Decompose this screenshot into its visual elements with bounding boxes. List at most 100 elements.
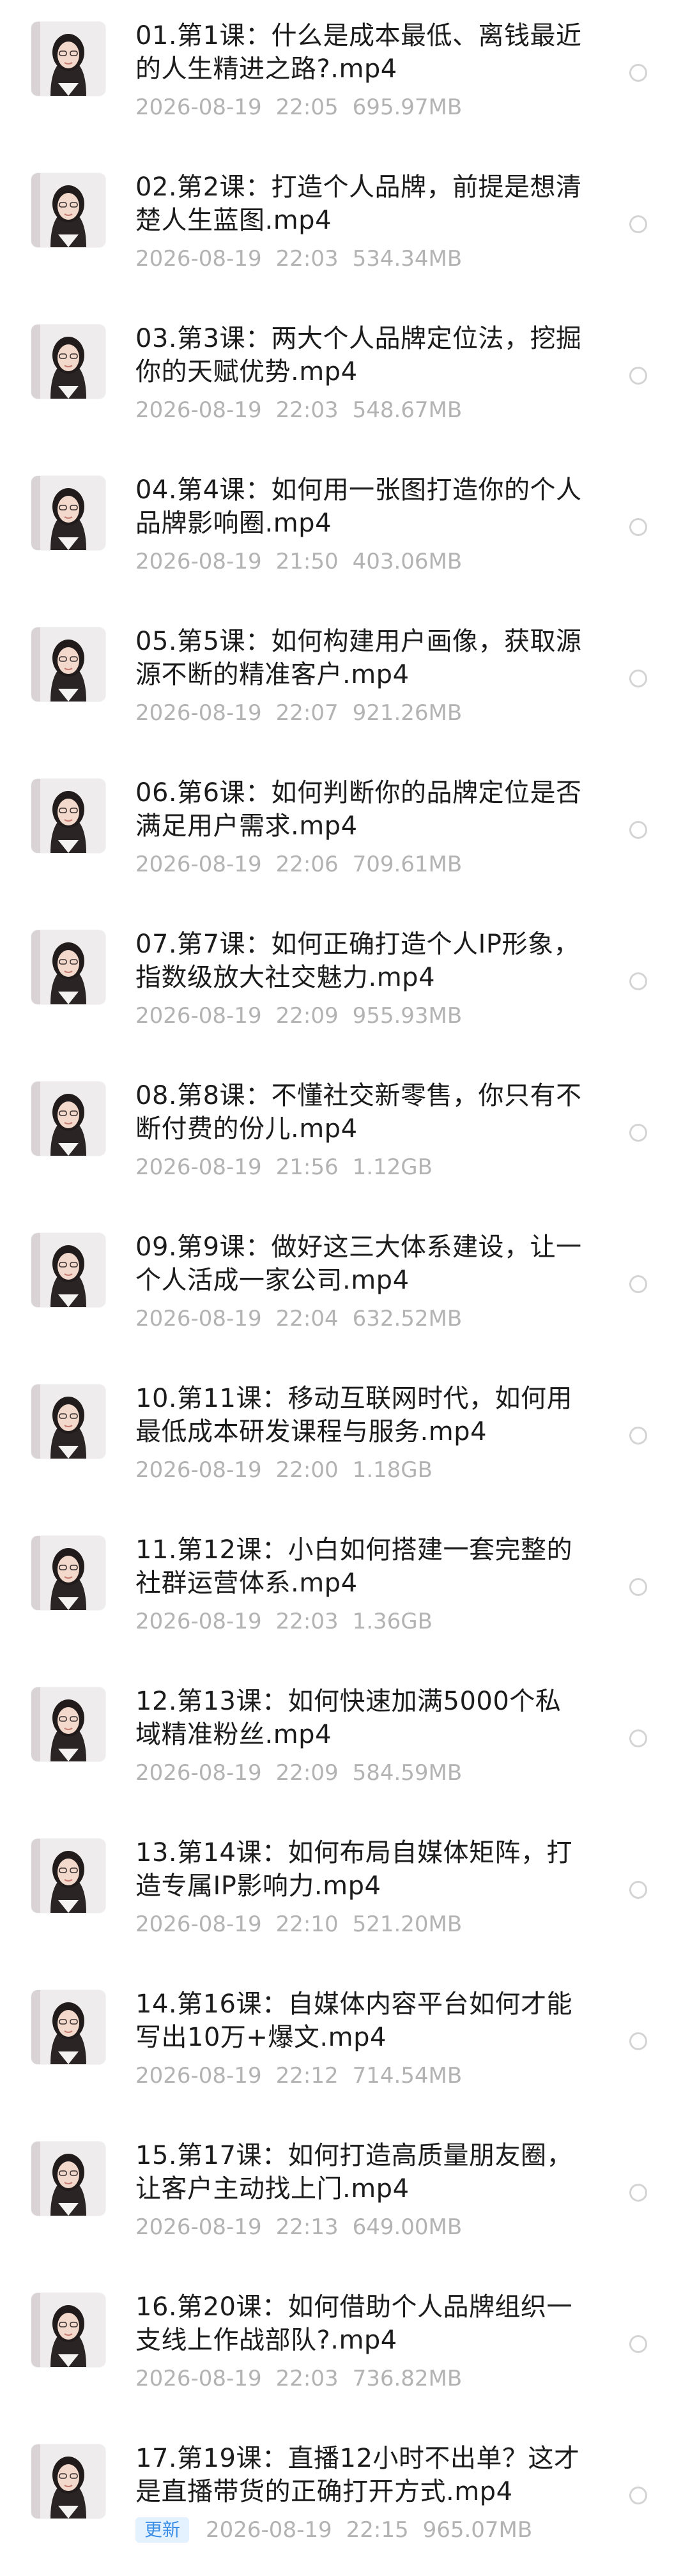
select-radio[interactable] xyxy=(629,2184,647,2202)
video-thumbnail xyxy=(31,2293,105,2367)
select-radio[interactable] xyxy=(629,2487,647,2504)
file-time: 22:04 xyxy=(275,1306,339,1331)
file-row[interactable]: 08.第8课：不懂社交新零售，你只有不断付费的份儿.mp4 2026-08-19 2… xyxy=(0,1060,690,1213)
file-meta: 2026-08-19 22:04 632.52MB xyxy=(135,1306,462,1331)
file-date: 2026-08-19 xyxy=(135,1760,262,1786)
file-row[interactable]: 14.第16课：自媒体内容平台如何才能写出10万+爆文.mp4 2026-08-1… xyxy=(0,1968,690,2122)
file-meta: 2026-08-19 22:03 534.34MB xyxy=(135,246,462,272)
select-radio[interactable] xyxy=(629,518,647,536)
file-title: 09.第9课：做好这三大体系建设，让一个人活成一家公司.mp4 xyxy=(135,1232,582,1295)
select-radio[interactable] xyxy=(629,972,647,990)
select-radio[interactable] xyxy=(629,1427,647,1445)
file-size: 1.36GB xyxy=(352,1609,433,1634)
video-thumbnail-icon xyxy=(31,1536,105,1610)
file-row[interactable]: 06.第6课：如何判断你的品牌定位是否满足用户需求.mp4 2026-08-19 2… xyxy=(0,757,690,910)
file-meta: 2026-08-19 22:00 1.18GB xyxy=(135,1457,433,1483)
file-meta: 2026-08-19 22:03 548.67MB xyxy=(135,397,462,423)
file-date: 2026-08-19 xyxy=(135,1457,262,1483)
file-row[interactable]: 01.第1课：什么是成本最低、离钱最近的人生精进之路?.mp4 2026-08-1… xyxy=(0,0,690,153)
file-row[interactable]: 02.第2课：打造个人品牌，前提是想清楚人生蓝图.mp4 2026-08-19 22… xyxy=(0,151,690,305)
file-row[interactable]: 10.第11课：移动互联网时代，如何用最低成本研发课程与服务.mp4 2026-0… xyxy=(0,1363,690,1516)
file-title: 01.第1课：什么是成本最低、离钱最近的人生精进之路?.mp4 xyxy=(135,21,582,84)
file-time: 22:03 xyxy=(275,2366,339,2391)
file-title: 17.第19课：直播12小时不出单？这才是直播带货的正确打开方式.mp4 xyxy=(135,2444,580,2506)
file-meta: 2026-08-19 22:13 649.00MB xyxy=(135,2214,462,2240)
file-date: 2026-08-19 xyxy=(135,2214,262,2240)
video-thumbnail xyxy=(31,173,105,247)
file-row[interactable]: 16.第20课：如何借助个人品牌组织一支线上作战部队?.mp4 2026-08-1… xyxy=(0,2271,690,2425)
file-time: 21:50 xyxy=(275,549,339,574)
video-thumbnail xyxy=(31,1990,105,2064)
file-date: 2026-08-19 xyxy=(206,2517,332,2543)
file-title: 08.第8课：不懂社交新零售，你只有不断付费的份儿.mp4 xyxy=(135,1081,582,1144)
file-row[interactable]: 11.第12课：小白如何搭建一套完整的社群运营体系.mp4 2026-08-19 2… xyxy=(0,1514,690,1667)
select-radio[interactable] xyxy=(629,2335,647,2353)
select-radio[interactable] xyxy=(629,2032,647,2050)
video-thumbnail xyxy=(31,325,105,399)
select-radio[interactable] xyxy=(629,367,647,385)
video-thumbnail-icon xyxy=(31,476,105,550)
file-title: 11.第12课：小白如何搭建一套完整的社群运营体系.mp4 xyxy=(135,1535,573,1598)
video-thumbnail xyxy=(31,2142,105,2216)
file-row[interactable]: 04.第4课：如何用一张图打造你的个人品牌影响圈.mp4 2026-08-19 21… xyxy=(0,454,690,608)
file-time: 22:06 xyxy=(275,852,339,877)
select-radio[interactable] xyxy=(629,821,647,839)
file-row[interactable]: 15.第17课：如何打造高质量朋友圈，让客户主动找上门.mp4 2026-08-1… xyxy=(0,2120,690,2273)
select-radio[interactable] xyxy=(629,215,647,233)
video-thumbnail xyxy=(31,1082,105,1156)
video-thumbnail-icon xyxy=(31,1990,105,2064)
file-meta: 2026-08-19 22:10 521.20MB xyxy=(135,1912,462,1937)
file-row[interactable]: 13.第14课：如何布局自媒体矩阵，打造专属IP影响力.mp4 2026-08-1… xyxy=(0,1817,690,1970)
file-row[interactable]: 07.第7课：如何正确打造个人IP形象，指数级放大社交魅力.mp4 2026-08… xyxy=(0,908,690,1062)
video-thumbnail-icon xyxy=(31,627,105,702)
file-row[interactable]: 12.第13课：如何快速加满5000个私域精准粉丝.mp4 2026-08-19 2… xyxy=(0,1666,690,1819)
file-time: 21:56 xyxy=(275,1154,339,1180)
select-radio[interactable] xyxy=(629,1275,647,1293)
video-thumbnail-icon xyxy=(31,930,105,1004)
file-date: 2026-08-19 xyxy=(135,1609,262,1634)
video-thumbnail-icon xyxy=(31,2444,105,2518)
file-time: 22:03 xyxy=(275,1609,339,1634)
file-list: 01.第1课：什么是成本最低、离钱最近的人生精进之路?.mp4 2026-08-1… xyxy=(0,0,690,2576)
file-date: 2026-08-19 xyxy=(135,549,262,574)
select-radio[interactable] xyxy=(629,64,647,82)
file-title: 04.第4课：如何用一张图打造你的个人品牌影响圈.mp4 xyxy=(135,475,582,538)
file-meta: 2026-08-19 22:03 1.36GB xyxy=(135,1609,433,1634)
select-radio[interactable] xyxy=(629,1578,647,1596)
file-row[interactable]: 05.第5课：如何构建用户画像，获取源源不断的精准客户.mp4 2026-08-1… xyxy=(0,606,690,759)
file-date: 2026-08-19 xyxy=(135,2063,262,2089)
video-thumbnail xyxy=(31,930,105,1004)
file-meta: 更新 2026-08-19 22:15 965.07MB xyxy=(135,2517,532,2543)
file-row[interactable]: 17.第19课：直播12小时不出单？这才是直播带货的正确打开方式.mp4 更新 20… xyxy=(0,2423,690,2576)
file-meta: 2026-08-19 22:05 695.97MB xyxy=(135,95,462,120)
file-size: 714.54MB xyxy=(352,2063,463,2089)
select-radio[interactable] xyxy=(629,1124,647,1142)
file-time: 22:07 xyxy=(275,700,339,726)
file-size: 1.12GB xyxy=(352,1154,433,1180)
update-badge: 更新 xyxy=(135,2517,190,2543)
video-thumbnail-icon xyxy=(31,779,105,853)
select-radio[interactable] xyxy=(629,670,647,687)
file-date: 2026-08-19 xyxy=(135,95,262,120)
file-time: 22:15 xyxy=(346,2517,409,2543)
file-time: 22:10 xyxy=(275,1912,339,1937)
file-time: 22:03 xyxy=(275,397,339,423)
file-date: 2026-08-19 xyxy=(135,397,262,423)
file-row[interactable]: 03.第3课：两大个人品牌定位法，挖掘你的天赋优势.mp4 2026-08-19 2… xyxy=(0,303,690,456)
video-thumbnail-icon xyxy=(31,1687,105,1761)
video-thumbnail-icon xyxy=(31,1839,105,1913)
file-time: 22:09 xyxy=(275,1003,339,1029)
file-size: 548.67MB xyxy=(352,397,463,423)
file-size: 584.59MB xyxy=(352,1760,463,1786)
file-title: 05.第5课：如何构建用户画像，获取源源不断的精准客户.mp4 xyxy=(135,627,582,689)
file-time: 22:03 xyxy=(275,246,339,272)
file-time: 22:05 xyxy=(275,95,339,120)
file-date: 2026-08-19 xyxy=(135,246,262,272)
file-meta: 2026-08-19 22:09 955.93MB xyxy=(135,1003,462,1029)
video-thumbnail-icon xyxy=(31,1384,105,1459)
select-radio[interactable] xyxy=(629,1881,647,1899)
file-row[interactable]: 09.第9课：做好这三大体系建设，让一个人活成一家公司.mp4 2026-08-1… xyxy=(0,1211,690,1365)
video-thumbnail-icon xyxy=(31,2142,105,2216)
select-radio[interactable] xyxy=(629,1729,647,1747)
video-thumbnail xyxy=(31,1536,105,1610)
